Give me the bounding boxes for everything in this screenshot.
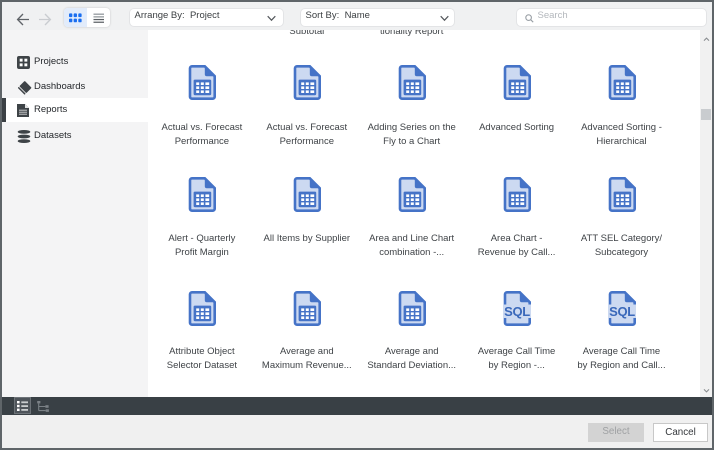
svg-text:SQL: SQL <box>609 304 635 319</box>
svg-text:SQL: SQL <box>504 304 530 319</box>
